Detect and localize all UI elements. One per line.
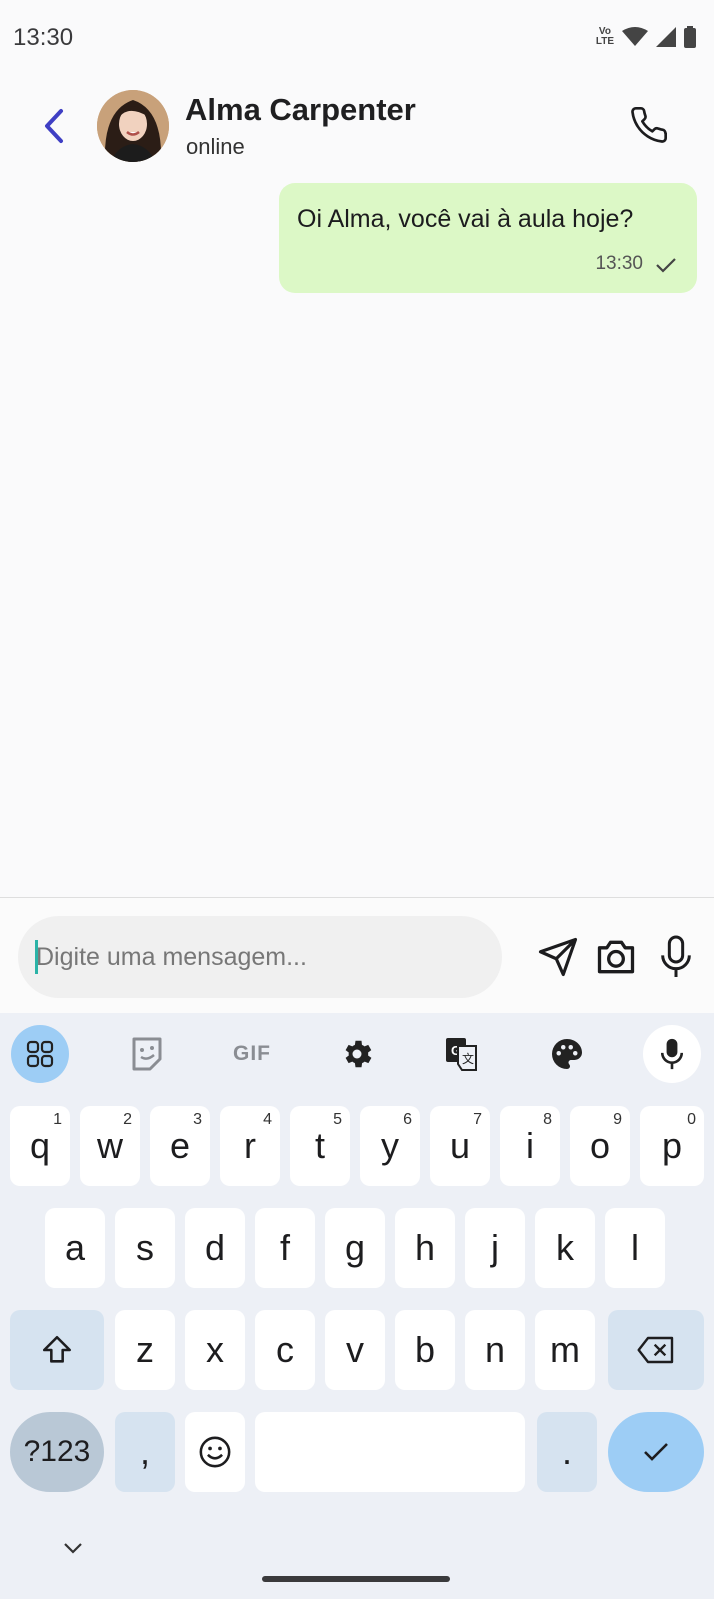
contact-photo-icon	[97, 90, 169, 162]
microphone-icon	[661, 935, 691, 977]
key-s[interactable]: s	[115, 1208, 175, 1288]
cell-signal-icon	[656, 27, 676, 47]
key-y[interactable]: y6	[360, 1106, 420, 1186]
symbols-key[interactable]: ?123	[10, 1412, 104, 1492]
key-h[interactable]: h	[395, 1208, 455, 1288]
key-i[interactable]: i8	[500, 1106, 560, 1186]
smiley-icon	[199, 1436, 231, 1468]
emoji-key[interactable]	[185, 1412, 245, 1492]
space-key[interactable]	[255, 1412, 525, 1492]
key-d[interactable]: d	[185, 1208, 245, 1288]
key-j[interactable]: j	[465, 1208, 525, 1288]
gear-icon	[345, 1040, 372, 1068]
palette-icon	[552, 1039, 582, 1069]
text-cursor	[35, 940, 38, 974]
battery-icon	[684, 26, 696, 48]
shift-key[interactable]	[10, 1310, 104, 1390]
gif-button[interactable]: GIF	[223, 1025, 281, 1083]
key-t[interactable]: t5	[290, 1106, 350, 1186]
shift-arrow-icon	[42, 1335, 72, 1363]
key-l[interactable]: l	[605, 1208, 665, 1288]
sticker-icon	[132, 1037, 162, 1071]
gif-label: GIF	[233, 1042, 271, 1065]
translate-icon: G文	[446, 1038, 477, 1071]
key-m[interactable]: m	[535, 1310, 595, 1390]
key-g[interactable]: g	[325, 1208, 385, 1288]
chat-header: Alma Carpenter online	[0, 80, 714, 170]
status-icons: Vo LTE	[596, 26, 696, 48]
phone-icon	[631, 106, 668, 143]
key-r[interactable]: r4	[220, 1106, 280, 1186]
period-key[interactable]: .	[537, 1412, 597, 1492]
key-a[interactable]: a	[45, 1208, 105, 1288]
backspace-key[interactable]	[608, 1310, 704, 1390]
chevron-down-icon[interactable]	[62, 1541, 84, 1555]
key-z[interactable]: z	[115, 1310, 175, 1390]
message-time: 13:30	[595, 253, 643, 274]
apps-grid-button[interactable]	[11, 1025, 69, 1083]
camera-button[interactable]	[592, 933, 640, 981]
camera-icon	[597, 940, 635, 974]
check-icon	[656, 258, 676, 273]
volte-icon: Vo LTE	[595, 26, 614, 47]
key-e[interactable]: e3	[150, 1106, 210, 1186]
key-w[interactable]: w2	[80, 1106, 140, 1186]
message-input[interactable]	[18, 916, 502, 998]
key-f[interactable]: f	[255, 1208, 315, 1288]
status-time: 13:30	[13, 24, 74, 51]
key-v[interactable]: v	[325, 1310, 385, 1390]
chevron-left-icon	[45, 109, 63, 143]
key-k[interactable]: k	[535, 1208, 595, 1288]
sticker-button[interactable]	[118, 1025, 176, 1083]
soft-keyboard: GIF G文 q1 w2 e3 r4 t5 y6 u7 i8 o9 p0 a s…	[0, 1013, 714, 1599]
key-c[interactable]: c	[255, 1310, 315, 1390]
composer-bar	[0, 897, 714, 1013]
message-text: Oi Alma, você vai à aula hoje?	[297, 205, 634, 233]
comma-key[interactable]: ,	[115, 1412, 175, 1492]
backspace-icon	[637, 1336, 674, 1364]
keyboard-voice-button[interactable]	[643, 1025, 701, 1083]
key-n[interactable]: n	[465, 1310, 525, 1390]
microphone-icon	[660, 1038, 684, 1070]
svg-text:文: 文	[462, 1051, 474, 1066]
keyboard-settings-button[interactable]	[328, 1025, 386, 1083]
send-button[interactable]	[534, 933, 582, 981]
contact-name[interactable]: Alma Carpenter	[185, 92, 416, 128]
theme-button[interactable]	[538, 1025, 596, 1083]
translate-button[interactable]: G文	[433, 1025, 491, 1083]
grid-icon	[26, 1040, 54, 1068]
home-indicator[interactable]	[262, 1576, 450, 1582]
back-button[interactable]	[36, 104, 72, 148]
contact-status: online	[186, 134, 245, 159]
message-bubble-outgoing[interactable]: Oi Alma, você vai à aula hoje? 13:30	[279, 183, 697, 293]
enter-key[interactable]	[608, 1412, 704, 1492]
avatar[interactable]	[97, 90, 169, 162]
key-q[interactable]: q1	[10, 1106, 70, 1186]
key-x[interactable]: x	[185, 1310, 245, 1390]
send-icon	[538, 937, 578, 977]
key-b[interactable]: b	[395, 1310, 455, 1390]
voice-message-button[interactable]	[652, 933, 700, 981]
key-u[interactable]: u7	[430, 1106, 490, 1186]
checkmark-icon	[644, 1443, 668, 1461]
key-p[interactable]: p0	[640, 1106, 704, 1186]
status-bar: 13:30 Vo LTE	[0, 0, 714, 76]
key-o[interactable]: o9	[570, 1106, 630, 1186]
call-button[interactable]	[624, 100, 674, 150]
keyboard-toolbar: GIF G文	[0, 1013, 714, 1093]
wifi-icon	[622, 27, 648, 46]
